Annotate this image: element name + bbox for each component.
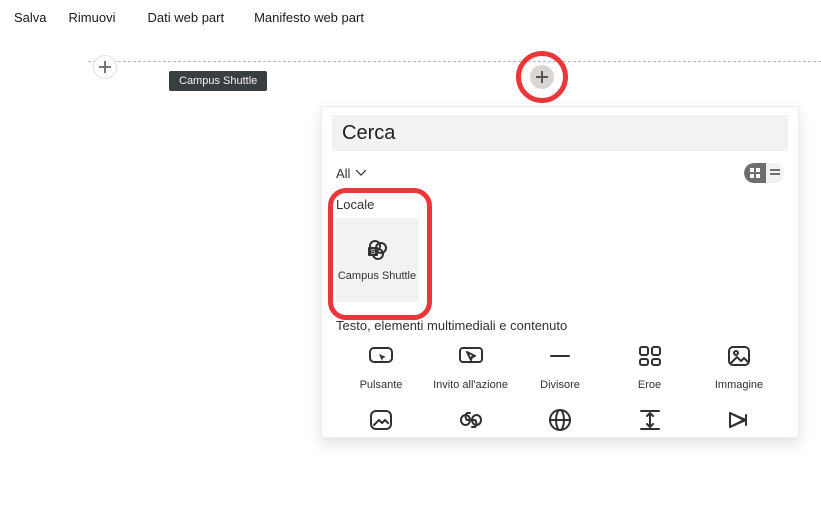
tile-label: Pulsante [360, 379, 403, 391]
canvas-section-divider [88, 61, 821, 63]
webpart-tile-divider[interactable]: Divisore [523, 343, 597, 391]
divider-icon [547, 343, 573, 369]
webpart-tile-link[interactable] [434, 407, 508, 433]
webpart-grid-row-2 [322, 391, 798, 433]
globe-icon [547, 407, 573, 433]
webpart-data-button[interactable]: Dati web part [140, 8, 233, 27]
webpart-tile-spacer[interactable] [613, 407, 687, 433]
link-icon [458, 407, 484, 433]
image-icon [726, 343, 752, 369]
save-button[interactable]: Salva [6, 8, 55, 27]
spacer-icon [637, 407, 663, 433]
webpart-manifest-button[interactable]: Manifesto web part [246, 8, 372, 27]
tile-label: Eroe [638, 379, 661, 391]
list-view-button[interactable] [766, 163, 784, 183]
button-icon [368, 343, 394, 369]
add-webpart-button[interactable] [530, 65, 554, 89]
filter-label: All [336, 166, 350, 181]
webpart-tile-image[interactable]: Immagine [702, 343, 776, 391]
cta-icon [458, 343, 484, 369]
tile-label: Divisore [540, 379, 580, 391]
list-icon [770, 168, 780, 178]
plus-icon [99, 61, 111, 73]
toolbox-filter-row: All [322, 157, 798, 189]
webpart-tile-cta[interactable]: Invito all'azione [434, 343, 508, 391]
grid-view-button[interactable] [744, 163, 766, 183]
annotation-rect-local [328, 188, 432, 320]
chevron-down-icon [356, 170, 366, 176]
webpart-tile-gallery[interactable] [344, 407, 418, 433]
webpart-tile-stream[interactable] [702, 407, 776, 433]
webpart-toolbox: Cerca All Locale S Campus Shuttle Testo,… [321, 106, 799, 438]
grid-icon [750, 168, 760, 178]
category-filter-dropdown[interactable]: All [336, 166, 366, 181]
plus-icon [536, 71, 548, 83]
webpart-tile-button[interactable]: Pulsante [344, 343, 418, 391]
hero-icon [637, 343, 663, 369]
webpart-tile-embed[interactable] [523, 407, 597, 433]
tile-label: Immagine [715, 379, 763, 391]
webpart-tile-hero[interactable]: Eroe [613, 343, 687, 391]
workbench-topbar: Salva Rimuovi Dati web part Manifesto we… [0, 0, 821, 35]
webpart-grid-row-1: Pulsante Invito all'azione Divisore Eroe… [322, 343, 798, 391]
search-input[interactable]: Cerca [332, 115, 788, 151]
webpart-tooltip: Campus Shuttle [169, 71, 267, 91]
local-webparts-group: S Campus Shuttle [334, 218, 434, 302]
tile-label: Invito all'azione [433, 379, 508, 391]
add-section-button[interactable] [93, 55, 117, 79]
stream-icon [726, 407, 752, 433]
view-toggle [744, 163, 784, 183]
remove-button[interactable]: Rimuovi [61, 8, 124, 27]
gallery-icon [368, 407, 394, 433]
